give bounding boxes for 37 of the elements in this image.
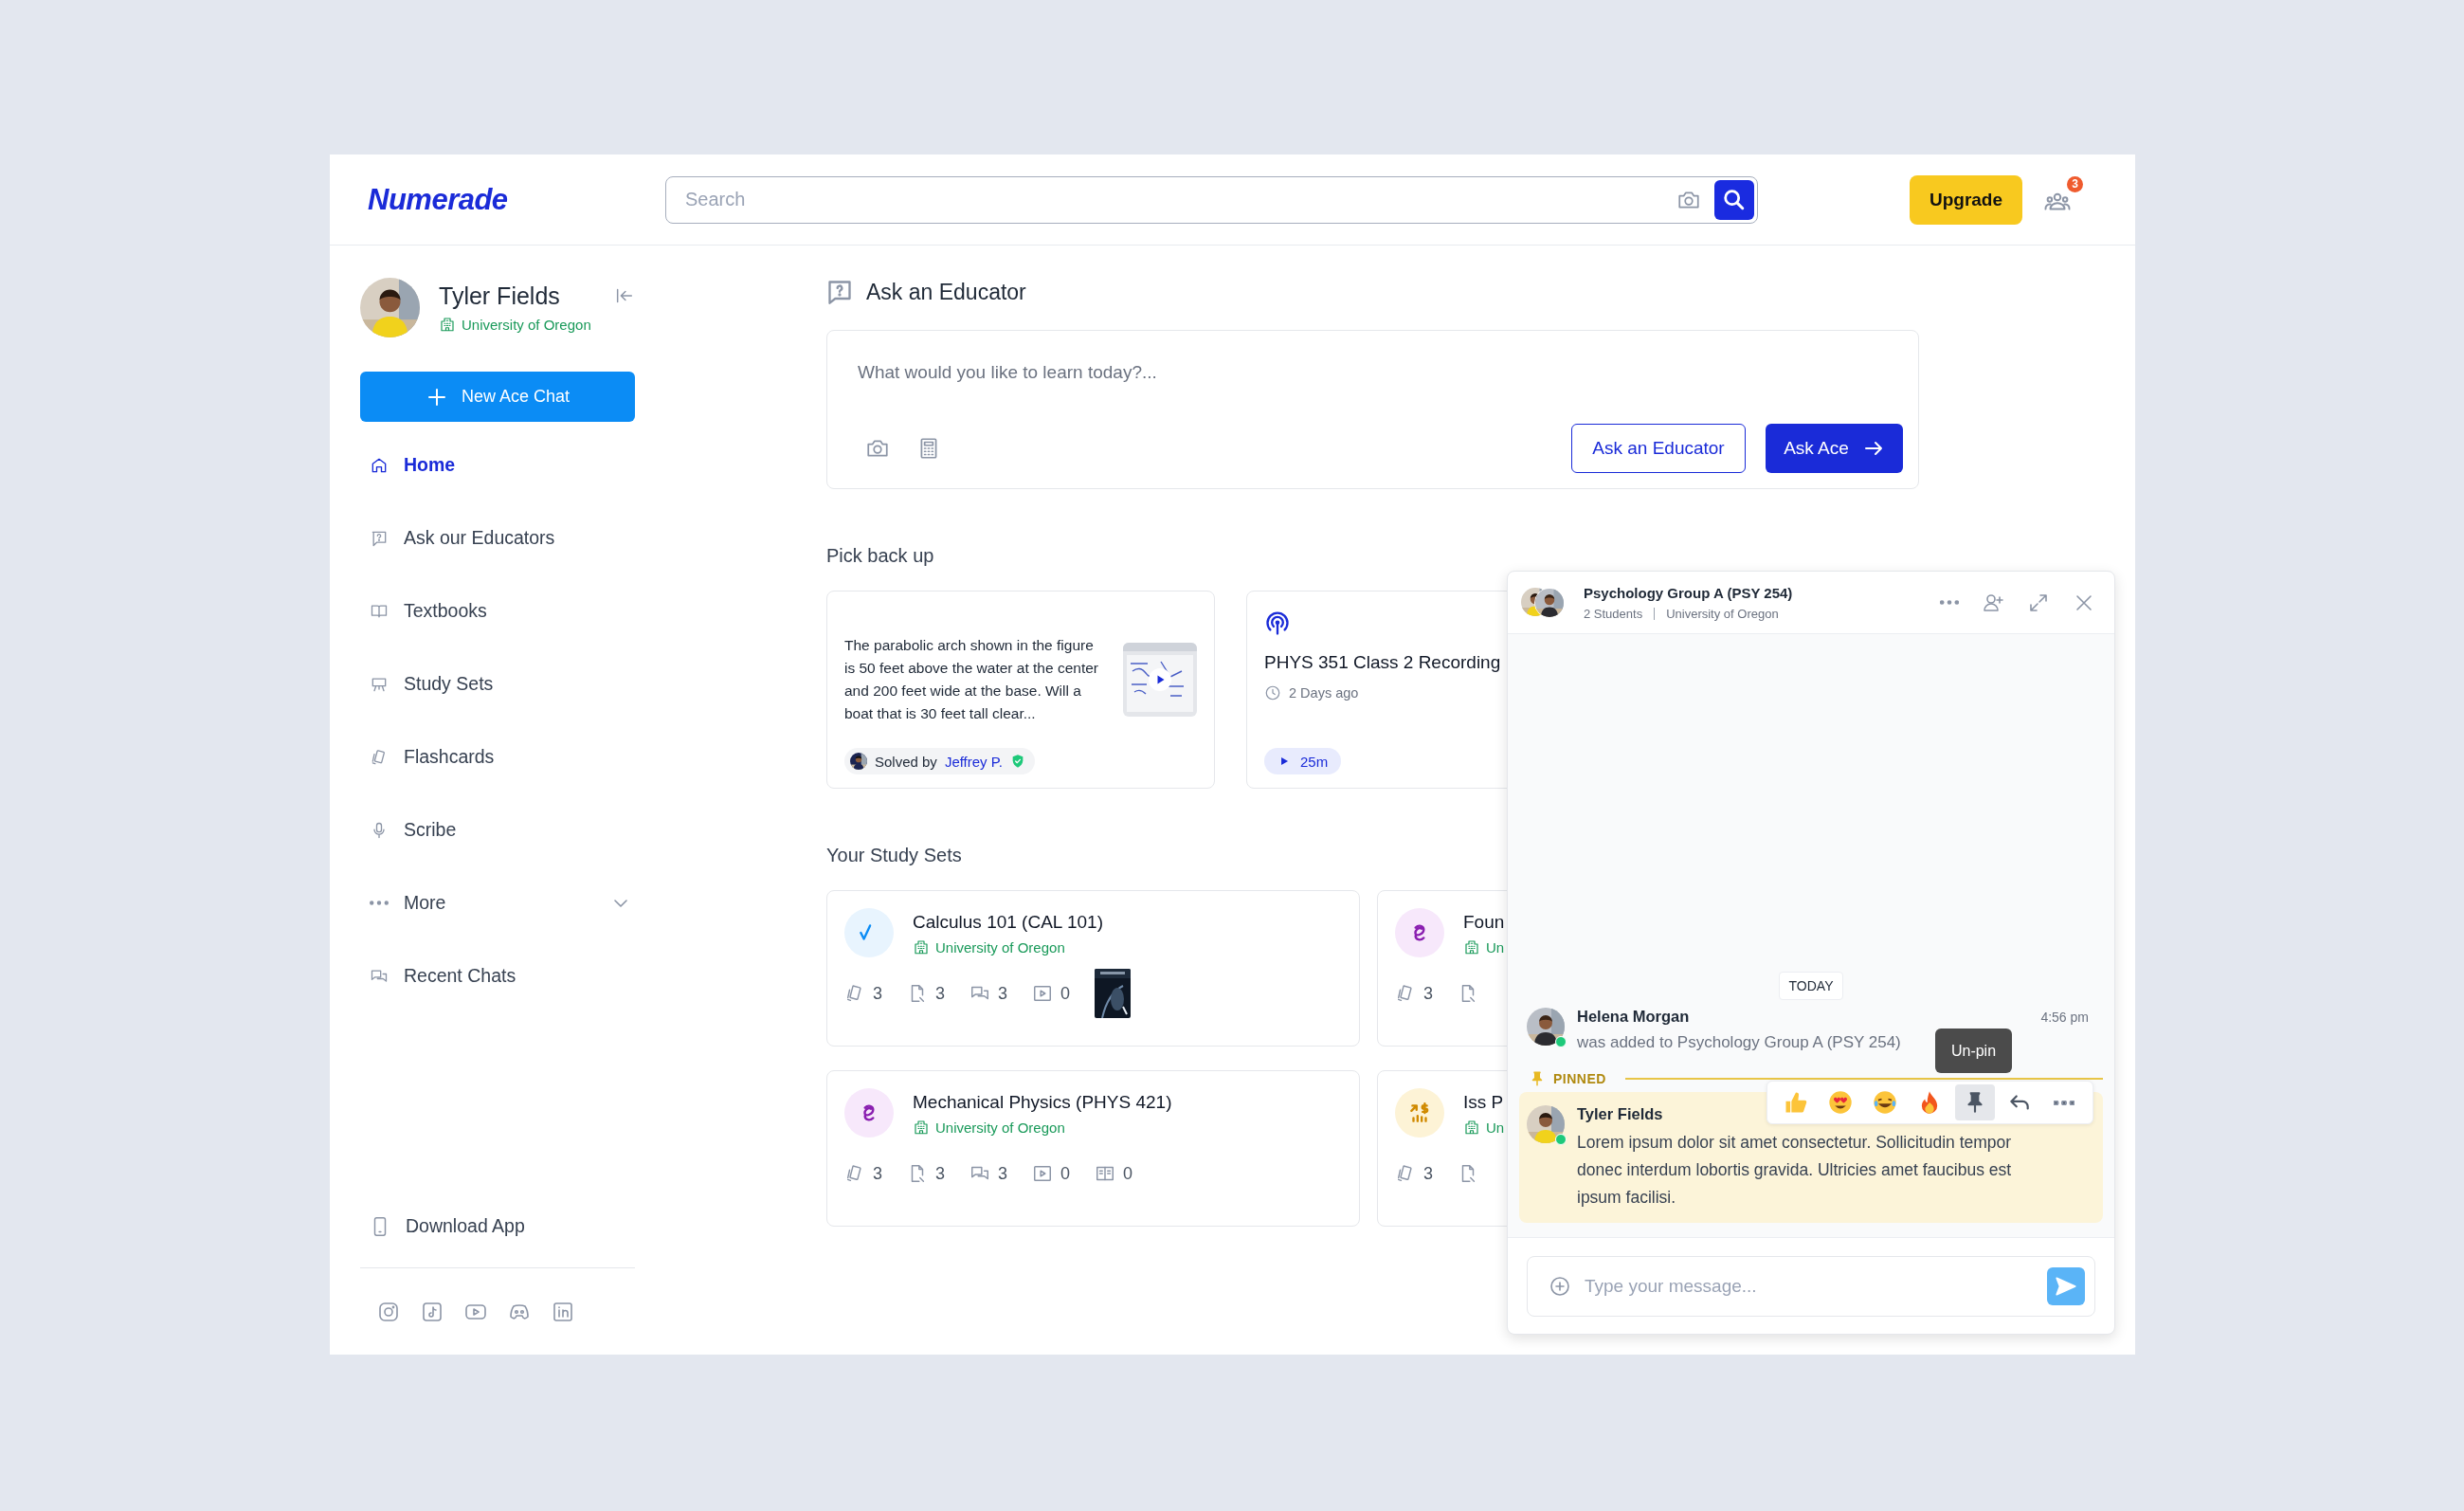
school-name: University of Oregon — [1666, 606, 1779, 621]
stat-count: 0 — [1123, 1163, 1133, 1184]
user-name: Tyler Fields — [439, 282, 561, 310]
school-name: University of Oregon — [935, 938, 1065, 956]
pinned-label: PINNED — [1553, 1071, 1606, 1086]
study-set-title: Foun — [1463, 912, 1505, 933]
message-time: 4:56 pm — [2040, 1009, 2090, 1025]
stat-count: 3 — [1423, 983, 1433, 1004]
stat-count: 3 — [935, 1163, 946, 1184]
stat-count: 3 — [998, 1163, 1008, 1184]
author-name: Helena Morgan — [1577, 1008, 1690, 1026]
school-name: Un — [1486, 938, 1505, 956]
recording-time: 2 Days ago — [1289, 685, 1359, 701]
study-set-title: Calculus 101 (CAL 101) — [913, 912, 1103, 933]
study-set-title: Mechanical Physics (PHYS 421) — [913, 1092, 1172, 1113]
school-name: University of Oregon — [462, 316, 591, 333]
recording-title: PHYS 351 Class 2 Recording — [1264, 652, 1502, 673]
tooltip: Un-pin — [1935, 1029, 2012, 1073]
school-name: University of Oregon — [935, 1119, 1065, 1136]
message-text: Lorem ipsum dolor sit amet consectetur. Sollicitudin tempor donec interdum lobortis gravida. Ultricies amet faucibus est ipsum facilisi. — [1577, 1132, 2013, 1209]
stat-count: 3 — [998, 983, 1008, 1004]
school-name: Un — [1486, 1119, 1505, 1136]
study-set-title: Iss P — [1463, 1092, 1505, 1113]
section-title: Ask an Educator — [866, 279, 1026, 305]
author-name: Tyler Fields — [1577, 1105, 1663, 1123]
question-text: The parabolic arch shown in the figure is 50 feet above the water at the center and 200 feet wide at the base. Will a boat that is 30 feet tall clear... — [844, 635, 1099, 723]
solved-by-label: Solved by — [875, 753, 937, 770]
stat-count: 3 — [1423, 1163, 1433, 1184]
event-text: was added to Psychology Group A (PSY 254) — [1577, 1033, 1901, 1052]
stat-count: 0 — [1060, 1163, 1071, 1184]
stat-count: 3 — [873, 983, 882, 1004]
stat-count: 0 — [1060, 983, 1071, 1004]
section-title: Pick back up — [826, 543, 935, 568]
stat-count: 3 — [935, 983, 946, 1004]
stat-count: 3 — [873, 1163, 882, 1184]
section-title: Your Study Sets — [826, 843, 963, 867]
notification-badge: 3 — [2067, 175, 2083, 192]
